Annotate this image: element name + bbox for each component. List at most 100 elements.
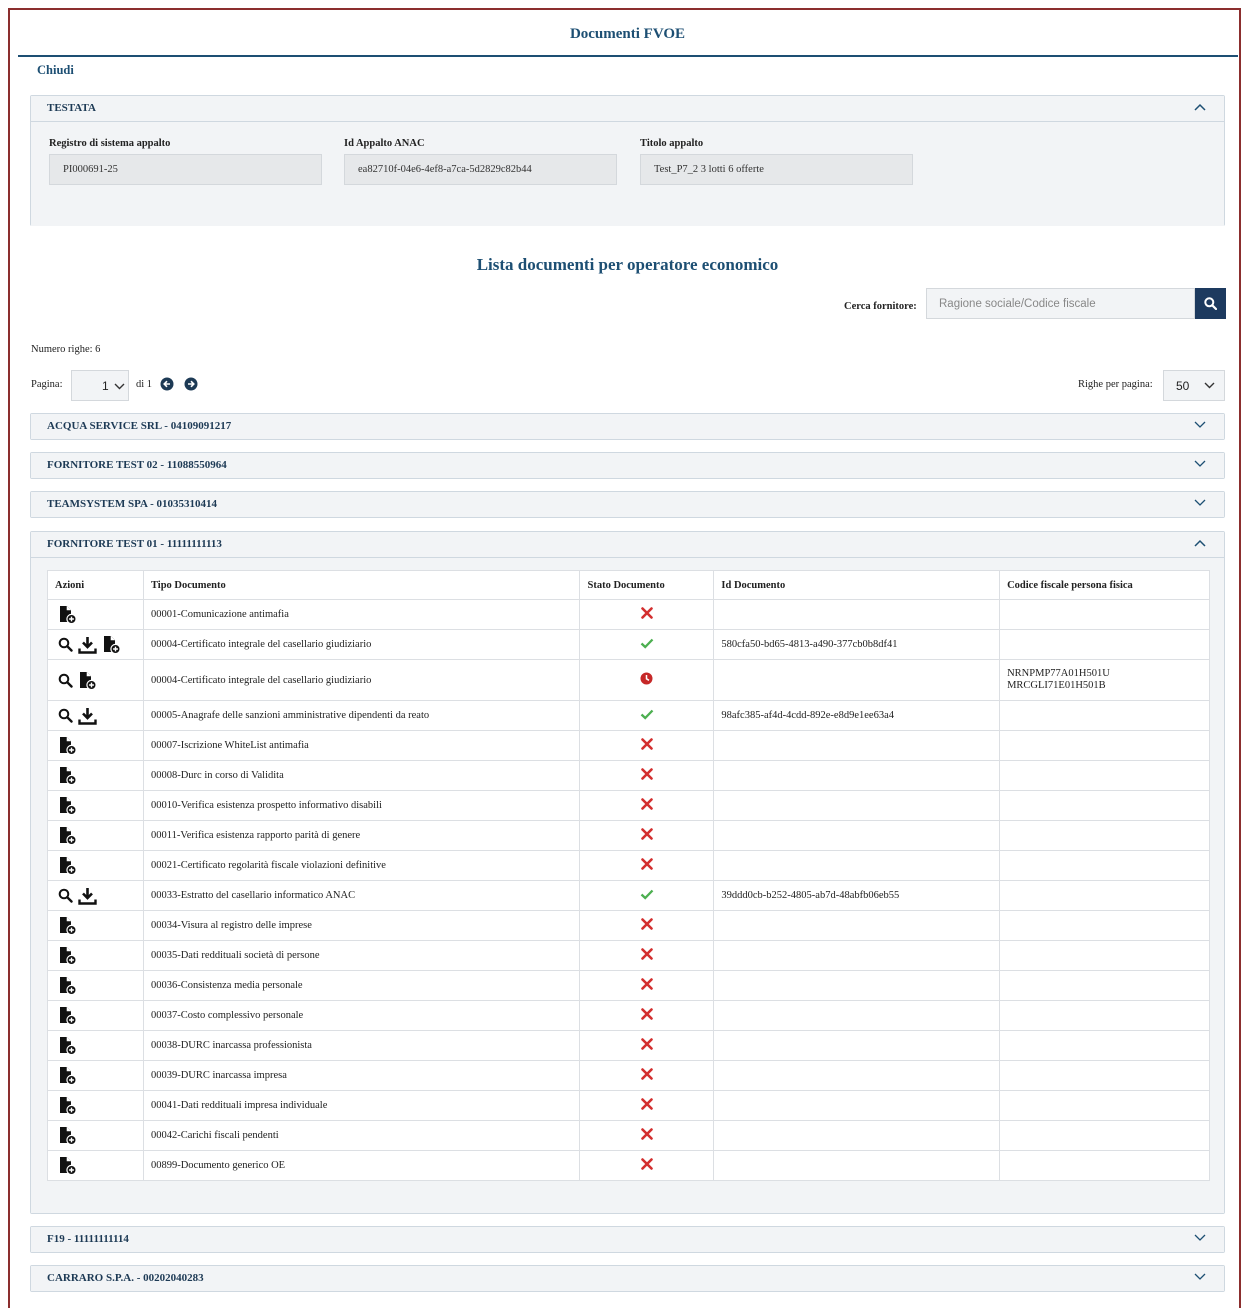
- add-document-icon[interactable]: [102, 635, 121, 654]
- document-type: 00005-Anagrafe delle sanzioni amministra…: [142, 700, 581, 731]
- chevron-down-icon[interactable]: [1194, 1273, 1206, 1285]
- status-ok-icon: [640, 709, 654, 723]
- chevron-up-icon[interactable]: [1194, 539, 1206, 551]
- codice-fiscale: [999, 880, 1210, 911]
- codice-fiscale-value: MRCGLI71E01H501B: [1007, 680, 1106, 691]
- table-row: 00004-Certificato integrale del casellar…: [47, 659, 1210, 701]
- add-document-icon[interactable]: [58, 856, 77, 875]
- search-button[interactable]: [1195, 288, 1226, 319]
- document-type: 00042-Carichi fiscali pendenti: [142, 1120, 581, 1151]
- operator-name: CARRARO S.P.A. - 00202040283: [47, 1272, 204, 1284]
- row-actions: [47, 850, 144, 881]
- operator-panel[interactable]: CARRARO S.P.A. - 00202040283: [30, 1265, 1225, 1292]
- add-document-icon[interactable]: [58, 916, 77, 935]
- view-icon[interactable]: [58, 888, 73, 903]
- add-document-icon[interactable]: [58, 1066, 77, 1085]
- next-page-icon[interactable]: [184, 377, 198, 391]
- chevron-up-icon[interactable]: [1194, 103, 1206, 115]
- view-icon[interactable]: [58, 673, 73, 688]
- row-actions: [47, 629, 144, 660]
- operator-panel[interactable]: TEAMSYSTEM SPA - 01035310414: [30, 491, 1225, 518]
- download-icon[interactable]: [78, 707, 97, 725]
- document-status: [579, 850, 715, 881]
- view-icon[interactable]: [58, 637, 73, 652]
- add-document-icon[interactable]: [58, 1126, 77, 1145]
- row-actions: [47, 1120, 144, 1151]
- row-actions: [47, 790, 144, 821]
- view-icon[interactable]: [58, 708, 73, 723]
- operator-panel[interactable]: ACQUA SERVICE SRL - 04109091217: [30, 413, 1225, 440]
- add-document-icon[interactable]: [58, 1006, 77, 1025]
- documents-table: Azioni Tipo Documento Stato Documento Id…: [47, 570, 1210, 1181]
- page-select[interactable]: 1: [71, 370, 129, 401]
- col-id-documento: Id Documento: [713, 570, 1001, 600]
- add-document-icon[interactable]: [58, 826, 77, 845]
- document-type: 00033-Estratto del casellario informatic…: [142, 880, 581, 911]
- operator-name: FORNITORE TEST 01 - 11111111113: [47, 538, 222, 550]
- search-label: Cerca fornitore:: [844, 301, 917, 312]
- document-id: [713, 599, 1001, 630]
- rows-per-page-select[interactable]: 50: [1163, 370, 1225, 401]
- status-missing-icon: [641, 738, 653, 753]
- add-document-icon[interactable]: [58, 1036, 77, 1055]
- operator-header[interactable]: TEAMSYSTEM SPA - 01035310414: [31, 492, 1224, 517]
- row-actions: [47, 1000, 144, 1031]
- table-row: 00008-Durc in corso di Validita: [47, 760, 1210, 791]
- operator-header[interactable]: F19 - 11111111114: [31, 1227, 1224, 1252]
- chevron-down-icon[interactable]: [1194, 460, 1206, 472]
- add-document-icon[interactable]: [58, 766, 77, 785]
- document-type: 00035-Dati reddituali società di persone: [142, 940, 581, 971]
- close-link[interactable]: Chiudi: [37, 63, 74, 78]
- chevron-down-icon[interactable]: [1194, 499, 1206, 511]
- row-actions: [47, 1090, 144, 1121]
- add-document-icon[interactable]: [58, 1156, 77, 1175]
- operator-panel[interactable]: FORNITORE TEST 02 - 11088550964: [30, 452, 1225, 479]
- codice-fiscale: [999, 1150, 1210, 1181]
- document-id: [713, 850, 1001, 881]
- document-type: 00001-Comunicazione antimafia: [142, 599, 581, 630]
- row-actions: [47, 1060, 144, 1091]
- codice-fiscale: [999, 700, 1210, 731]
- document-type: 00008-Durc in corso di Validita: [142, 760, 581, 791]
- table-row: 00034-Visura al registro delle imprese: [47, 910, 1210, 941]
- document-type: 00021-Certificato regolarità fiscale vio…: [142, 850, 581, 881]
- document-status: [579, 790, 715, 821]
- download-icon[interactable]: [78, 636, 97, 654]
- testata-header[interactable]: TESTATA: [31, 96, 1224, 122]
- document-id: [713, 760, 1001, 791]
- search-input[interactable]: [926, 288, 1195, 319]
- operator-panel[interactable]: F19 - 11111111114: [30, 1226, 1225, 1253]
- prev-page-icon[interactable]: [160, 377, 174, 391]
- document-status: [579, 910, 715, 941]
- operator-name: TEAMSYSTEM SPA - 01035310414: [47, 498, 218, 510]
- add-document-icon[interactable]: [58, 1096, 77, 1115]
- operator-header[interactable]: ACQUA SERVICE SRL - 04109091217: [31, 414, 1224, 439]
- table-row: 00036-Consistenza media personale: [47, 970, 1210, 1001]
- row-actions: [47, 700, 144, 731]
- row-actions: [47, 880, 144, 911]
- chevron-down-icon[interactable]: [1194, 1234, 1206, 1246]
- document-id: [713, 1120, 1001, 1151]
- document-status: [579, 700, 715, 731]
- operator-header[interactable]: FORNITORE TEST 01 - 11111111113: [31, 532, 1224, 558]
- document-status: [579, 1000, 715, 1031]
- chevron-down-icon[interactable]: [1194, 421, 1206, 433]
- operator-header[interactable]: CARRARO S.P.A. - 00202040283: [31, 1266, 1224, 1291]
- add-document-icon[interactable]: [58, 976, 77, 995]
- add-document-icon[interactable]: [58, 736, 77, 755]
- download-icon[interactable]: [78, 887, 97, 905]
- add-document-icon[interactable]: [58, 946, 77, 965]
- document-id: [713, 1000, 1001, 1031]
- add-document-icon[interactable]: [58, 796, 77, 815]
- operator-header[interactable]: FORNITORE TEST 02 - 11088550964: [31, 453, 1224, 478]
- add-document-icon[interactable]: [78, 671, 97, 690]
- add-document-icon[interactable]: [58, 605, 77, 624]
- codice-fiscale: [999, 790, 1210, 821]
- titolo-field: Test_P7_2 3 lotti 6 offerte: [640, 154, 913, 185]
- operator-name: F19 - 11111111114: [47, 1233, 129, 1245]
- codice-fiscale: [999, 1120, 1210, 1151]
- codice-fiscale: [999, 1030, 1210, 1061]
- document-id: [713, 970, 1001, 1001]
- titolo-label: Titolo appalto: [640, 138, 704, 149]
- document-status: [579, 760, 715, 791]
